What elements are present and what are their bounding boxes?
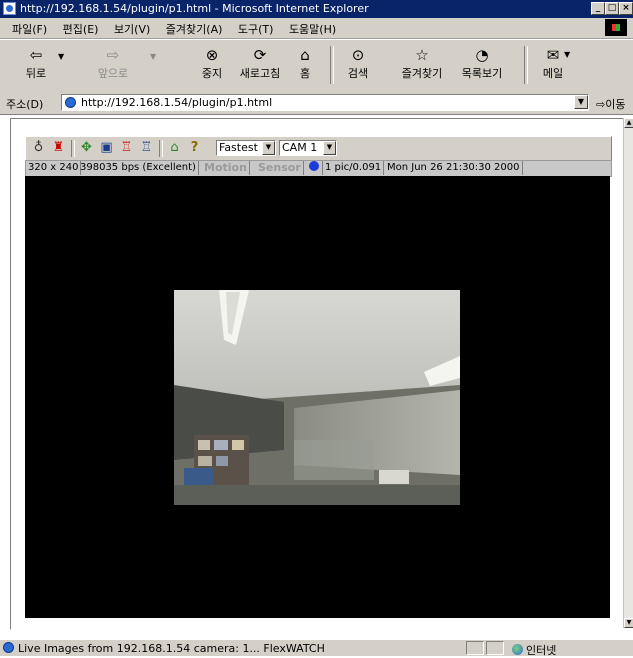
help-icon[interactable]: ? xyxy=(186,140,203,156)
ie-page-icon xyxy=(3,2,16,15)
move-icon[interactable]: ✥ xyxy=(78,140,95,156)
menu-file[interactable]: 파일(F) xyxy=(12,23,47,36)
forward-button[interactable]: ⇨ 앞으로 xyxy=(90,46,136,81)
go-button[interactable]: ⇨이동 xyxy=(596,96,625,112)
title-bar: http://192.168.1.54/plugin/p1.html - Mic… xyxy=(0,0,633,18)
status-pane xyxy=(466,641,484,655)
menu-tools[interactable]: 도구(T) xyxy=(238,23,274,36)
speed-dropdown-icon[interactable]: ▼ xyxy=(262,141,275,155)
bitrate: 398035 bps (Excellent) xyxy=(78,161,199,175)
window-title: http://192.168.1.54/plugin/p1.html - Mic… xyxy=(20,2,369,15)
menu-edit[interactable]: 편집(E) xyxy=(63,23,99,36)
go-label: 이동 xyxy=(605,98,626,111)
stop-label: 중지 xyxy=(201,67,223,80)
stop-button[interactable]: ⊗ 중지 xyxy=(192,46,232,81)
timestamp: Mon Jun 26 21:30:30 2000 xyxy=(385,161,523,175)
refresh-icon: ⟳ xyxy=(253,46,267,64)
go-arrow-icon: ⇨ xyxy=(596,98,606,111)
camera-select[interactable]: CAM 1 ▼ xyxy=(279,140,337,156)
forward-dropdown-icon[interactable]: ▼ xyxy=(150,52,156,61)
menu-help[interactable]: 도움말(H) xyxy=(289,23,336,36)
favorites-label: 즐겨찾기 xyxy=(401,67,443,80)
camera-dropdown-icon[interactable]: ▼ xyxy=(323,141,336,155)
mail-dropdown-icon[interactable]: ▼ xyxy=(564,50,570,59)
address-input[interactable]: http://192.168.1.54/plugin/p1.html xyxy=(61,94,589,111)
status-bar: Live Images from 192.168.1.54 camera: 1.… xyxy=(0,639,633,658)
toolbar-separator xyxy=(330,46,334,84)
close-button[interactable]: × xyxy=(619,2,633,15)
scroll-down-icon[interactable]: ▼ xyxy=(624,618,633,628)
camera-feed-image xyxy=(174,290,460,505)
search-icon: ⊙ xyxy=(351,46,365,64)
menu-bar: 파일(F) 편집(E) 보기(V) 즐겨찾기(A) 도구(T) 도움말(H) xyxy=(0,18,633,39)
alarm-icon[interactable]: ♜ xyxy=(50,140,67,156)
home-icon: ⌂ xyxy=(300,46,310,64)
viewer-separator xyxy=(159,140,163,157)
minimize-button[interactable]: _ xyxy=(591,2,605,15)
speed-select[interactable]: Fastest ▼ xyxy=(216,140,276,156)
stop-icon: ⊗ xyxy=(205,46,219,64)
address-url: http://192.168.1.54/plugin/p1.html xyxy=(81,96,273,109)
connection-status xyxy=(306,161,323,175)
refresh-label: 새로고침 xyxy=(239,67,281,80)
viewer-status: 320 x 240 398035 bps (Excellent) Motion … xyxy=(25,160,612,177)
camera-value: CAM 1 xyxy=(282,141,318,154)
page-icon xyxy=(65,97,76,108)
address-label: 주소(D) xyxy=(6,98,44,111)
speed-value: Fastest xyxy=(219,141,258,154)
back-arrow-icon: ⇦ xyxy=(29,46,43,64)
favorites-icon: ☆ xyxy=(415,46,429,64)
toolbar-separator xyxy=(524,46,528,84)
status-pane xyxy=(486,641,504,655)
menu-view[interactable]: 보기(V) xyxy=(114,23,150,36)
status-light-icon xyxy=(309,161,319,171)
forward-arrow-icon: ⇨ xyxy=(106,46,120,64)
address-dropdown-icon[interactable]: ▼ xyxy=(574,95,588,109)
back-dropdown-icon[interactable]: ▼ xyxy=(58,52,64,61)
scroll-up-icon[interactable]: ▲ xyxy=(624,118,633,128)
viewer-separator xyxy=(71,140,75,157)
mail-label: 메일 xyxy=(542,67,564,80)
refresh-button[interactable]: ⟳ 새로고침 xyxy=(232,46,288,81)
motion-indicator: Motion xyxy=(202,161,250,175)
frame-rate: 1 pic/0.091 xyxy=(323,161,385,175)
zone-label: 인터넷 xyxy=(526,644,557,657)
resolution: 320 x 240 xyxy=(26,161,82,175)
back-label: 뒤로 xyxy=(25,67,47,80)
home-position-icon[interactable]: ⌂ xyxy=(166,140,183,156)
home-button[interactable]: ⌂ 홈 xyxy=(290,46,320,81)
viewer-toolbar: ♁ ♜ ✥ ▣ ♖ ♖ ⌂ ? Fastest ▼ CAM 1 ▼ xyxy=(25,136,612,161)
standard-toolbar: ⇦ 뒤로 ▼ ⇨ 앞으로 ▼ ⊗ 중지 ⟳ 새로고침 ⌂ 홈 ⊙ 검색 ☆ 즐겨… xyxy=(0,39,633,93)
maximize-button[interactable]: □ xyxy=(605,2,619,15)
globe-icon xyxy=(512,644,523,655)
status-text: Live Images from 192.168.1.54 camera: 1.… xyxy=(18,642,325,655)
windows-logo-icon xyxy=(605,19,627,36)
pan-tilt-icon[interactable]: ♁ xyxy=(30,140,47,156)
forward-label: 앞으로 xyxy=(97,67,129,80)
sensor-indicator: Sensor xyxy=(256,161,304,175)
menu-favorites[interactable]: 즐겨찾기(A) xyxy=(166,23,223,36)
page-status-icon xyxy=(3,642,14,653)
back-button[interactable]: ⇦ 뒤로 xyxy=(16,46,56,81)
search-button[interactable]: ⊙ 검색 xyxy=(340,46,376,81)
history-icon: ◔ xyxy=(475,46,489,64)
record-icon[interactable]: ♖ xyxy=(118,140,135,156)
address-bar: 주소(D) http://192.168.1.54/plugin/p1.html… xyxy=(0,92,633,115)
search-label: 검색 xyxy=(347,67,369,80)
history-label: 목록보기 xyxy=(461,67,503,80)
home-label: 홈 xyxy=(299,67,311,80)
playback-icon[interactable]: ♖ xyxy=(138,140,155,156)
snapshot-icon[interactable]: ▣ xyxy=(98,140,115,156)
favorites-button[interactable]: ☆ 즐겨찾기 xyxy=(392,46,452,81)
history-button[interactable]: ◔ 목록보기 xyxy=(452,46,512,81)
security-zone: 인터넷 xyxy=(512,642,556,658)
vertical-scrollbar[interactable]: ▲ ▼ xyxy=(623,118,633,628)
